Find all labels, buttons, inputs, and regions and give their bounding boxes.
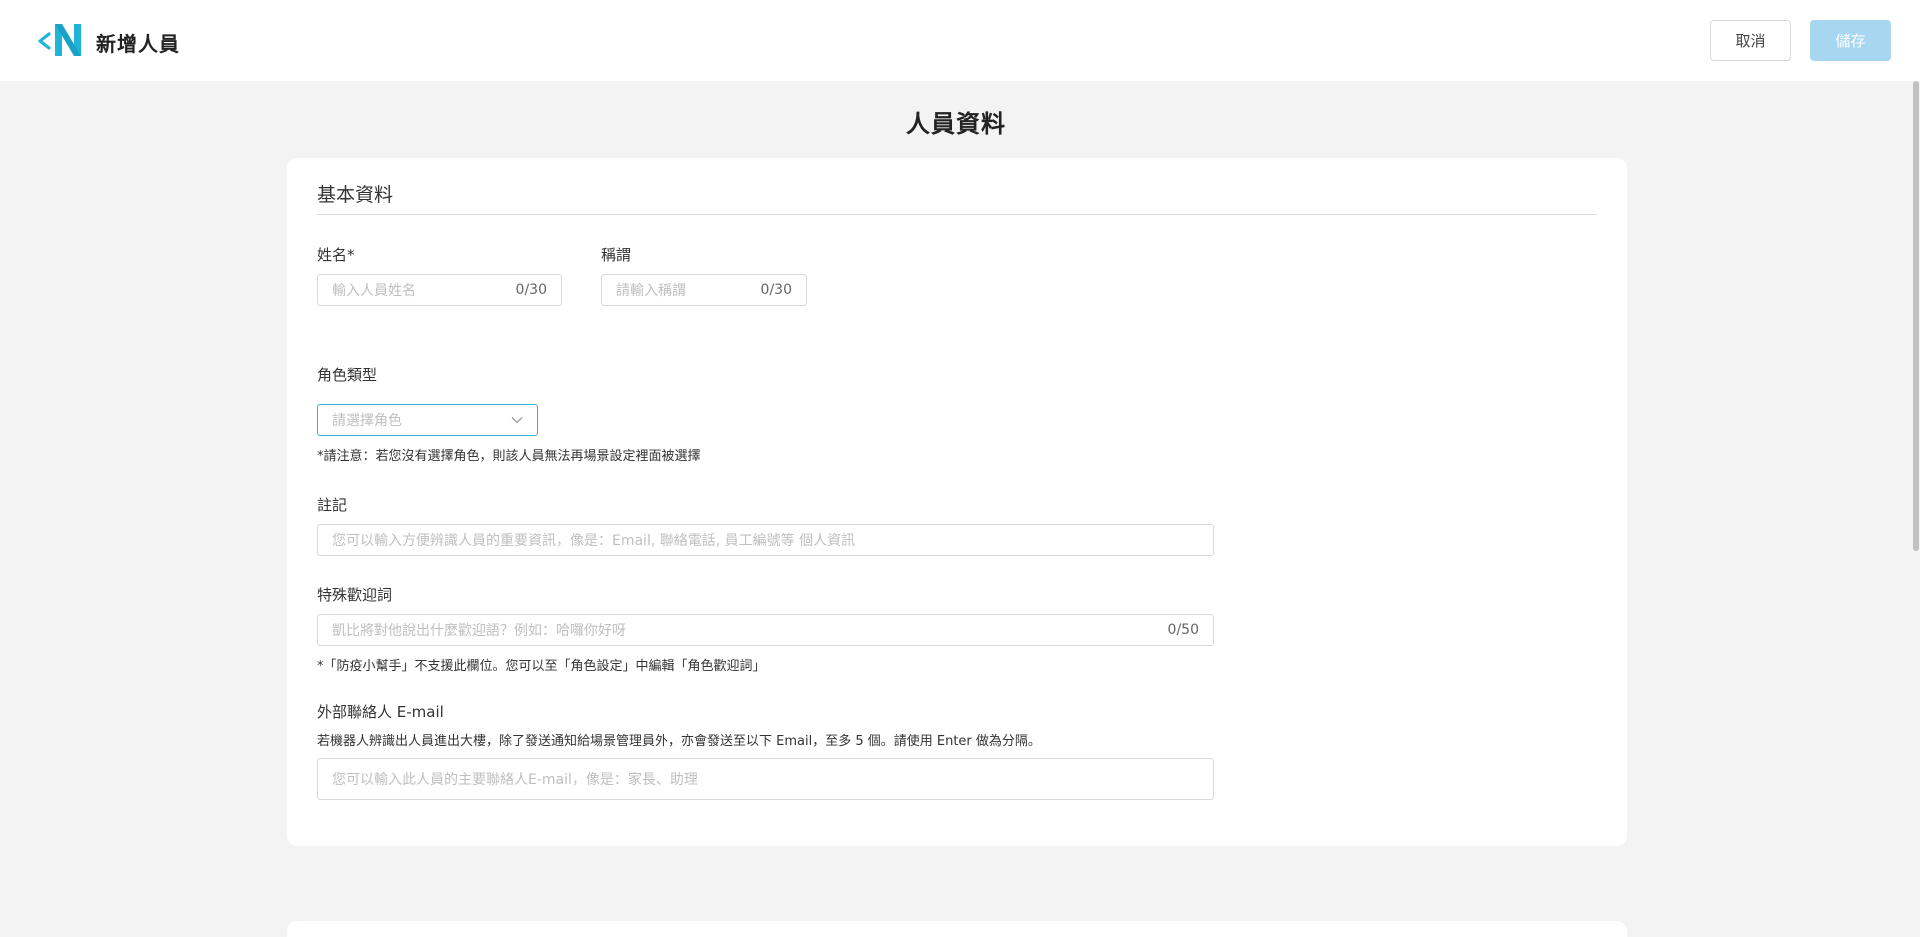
- cancel-button[interactable]: 取消: [1710, 20, 1791, 61]
- greeting-counter: 0/50: [1167, 622, 1199, 638]
- role-note: *請注意：若您沒有選擇角色，則該人員無法再場景設定裡面被選擇: [317, 449, 701, 464]
- role-select[interactable]: 請選擇角色: [317, 404, 538, 436]
- greeting-label: 特殊歡迎詞: [317, 586, 393, 604]
- external-email-label: 外部聯絡人 E-mail: [317, 703, 444, 721]
- next-section-card: [287, 921, 1627, 937]
- greeting-input[interactable]: 凱比將對他說出什麼歡迎語？例如：哈囉你好呀 0/50: [317, 614, 1214, 646]
- section-title: 人員資料: [906, 110, 1006, 138]
- role-placeholder: 請選擇角色: [332, 413, 402, 429]
- n-logo-icon: [55, 24, 81, 56]
- remark-label: 註記: [317, 496, 348, 514]
- chevron-down-icon: [511, 417, 523, 424]
- remark-placeholder: 您可以輸入方便辨識人員的重要資訊，像是：Email, 聯絡電話, 員工編號等 個…: [332, 533, 856, 549]
- top-bar: 新增人員 取消 儲存: [0, 0, 1920, 81]
- honorific-placeholder: 請輸入稱謂: [616, 283, 686, 299]
- greeting-note: *「防疫小幫手」不支援此欄位。您可以至「角色設定」中編輯「角色歡迎詞」: [317, 659, 766, 674]
- save-button[interactable]: 儲存: [1810, 20, 1891, 61]
- basic-info-card: 基本資料 姓名* 輸入人員姓名 0/30 稱謂 請輸入稱謂 0/30 角色類型 …: [287, 158, 1627, 846]
- name-counter: 0/30: [515, 282, 547, 298]
- external-email-description: 若機器人辨識出人員進出大樓，除了發送通知給場景管理員外，亦會發送至以下 Emai…: [317, 734, 1041, 749]
- honorific-input[interactable]: 請輸入稱謂 0/30: [601, 274, 807, 306]
- name-placeholder: 輸入人員姓名: [332, 283, 416, 299]
- chevron-left-icon[interactable]: [35, 24, 53, 58]
- card-heading: 基本資料: [317, 184, 394, 206]
- external-email-input[interactable]: 您可以輸入此人員的主要聯絡人E-mail，像是：家長、助理: [317, 758, 1214, 800]
- name-label: 姓名*: [317, 246, 355, 264]
- external-email-placeholder: 您可以輸入此人員的主要聯絡人E-mail，像是：家長、助理: [332, 772, 698, 788]
- divider: [317, 214, 1597, 215]
- page-title: 新增人員: [96, 32, 180, 56]
- greeting-placeholder: 凱比將對他說出什麼歡迎語？例如：哈囉你好呀: [332, 623, 626, 639]
- remark-input[interactable]: 您可以輸入方便辨識人員的重要資訊，像是：Email, 聯絡電話, 員工編號等 個…: [317, 524, 1214, 556]
- honorific-label: 稱謂: [601, 246, 632, 264]
- honorific-counter: 0/30: [760, 282, 792, 298]
- role-type-label: 角色類型: [317, 366, 378, 384]
- name-input[interactable]: 輸入人員姓名 0/30: [317, 274, 562, 306]
- scrollbar-thumb[interactable]: [1913, 81, 1919, 551]
